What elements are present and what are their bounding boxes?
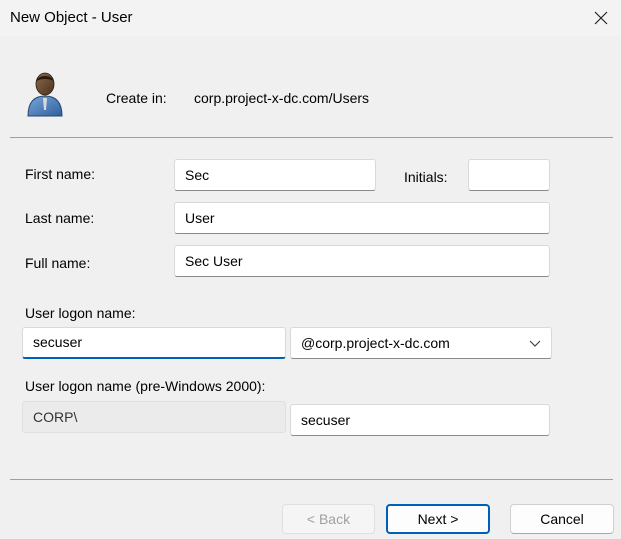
close-button[interactable] (581, 0, 621, 36)
pre2000-label: User logon name (pre-Windows 2000): (25, 378, 266, 394)
initials-label: Initials: (404, 169, 448, 185)
footer-separator (10, 479, 613, 480)
title-bar: New Object - User (0, 0, 621, 36)
domain-suffix-select[interactable]: @corp.project-x-dc.com (290, 327, 552, 359)
full-name-label: Full name: (25, 255, 91, 271)
logon-name-field[interactable]: secuser (22, 327, 286, 359)
full-name-field[interactable]: Sec User (174, 245, 550, 277)
first-name-label: First name: (25, 166, 96, 182)
domain-suffix-value: @corp.project-x-dc.com (301, 335, 450, 351)
back-button[interactable]: < Back (282, 504, 375, 534)
first-name-field[interactable]: Sec (174, 159, 376, 191)
window-title: New Object - User (10, 9, 133, 26)
chevron-down-icon (529, 340, 541, 347)
user-icon (27, 72, 63, 117)
logon-name-label: User logon name: (25, 305, 136, 321)
pre2000-name-field[interactable]: secuser (290, 404, 550, 436)
create-in-label: Create in: (106, 90, 167, 106)
new-user-dialog: New Object - User Create in: corp.projec… (0, 0, 621, 539)
cancel-button[interactable]: Cancel (510, 504, 614, 534)
initials-field[interactable] (468, 159, 550, 191)
create-in-value: corp.project-x-dc.com/Users (194, 90, 370, 106)
last-name-label: Last name: (25, 210, 95, 226)
close-icon (594, 11, 608, 25)
pre2000-domain-field: CORP\ (22, 401, 286, 433)
header-separator (10, 137, 613, 138)
next-button[interactable]: Next > (386, 504, 490, 534)
last-name-field[interactable]: User (174, 202, 550, 234)
